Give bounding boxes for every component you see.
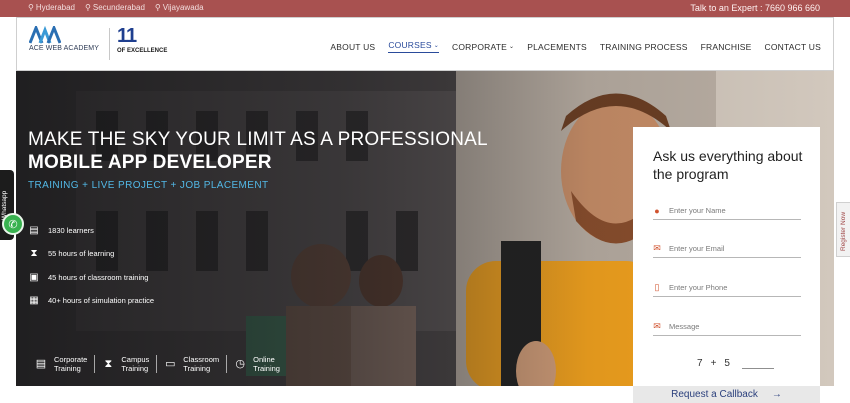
envelope-icon: ✉: [653, 243, 661, 253]
stat-item: ⧗ 55 hours of learning: [28, 242, 154, 265]
hourglass-icon: ⧗: [30, 248, 38, 260]
course-stats: ▤ 1830 learners ⧗ 55 hours of learning ▣ 45…: [28, 219, 154, 312]
top-bar: ⚲ Hyderabad ⚲ Secunderabad ⚲ Vijayawada Tal…: [0, 0, 850, 17]
excellence-badge: 11 OF EXCELLENCE: [117, 26, 177, 54]
map-pin-icon: ⚲: [85, 3, 91, 12]
captcha-b: 5: [724, 358, 730, 369]
monitor-icon: ▭: [165, 357, 176, 370]
phone-field: ▯: [653, 279, 801, 297]
main-nav: ABOUT US COURSES ⌄ CORPORATE ⌄ PLACEMENTS …: [330, 40, 821, 53]
map-pin-icon: ⚲: [154, 3, 161, 12]
hourglass-icon: ⧗: [104, 357, 113, 370]
arrow-right-icon: →: [771, 389, 782, 400]
location-list: ⚲ Hyderabad ⚲ Secunderabad ⚲ Vijayawada: [28, 3, 204, 12]
captcha-a: 7: [697, 358, 703, 369]
request-callback-button[interactable]: Request a Callback →: [633, 386, 820, 403]
hero-tagline: TRAINING + LIVE PROJECT + JOB PLACEMENT: [28, 180, 269, 191]
chevron-down-icon: ⌄: [509, 44, 515, 50]
site-header: ACE WEB ACADEMY 11 OF EXCELLENCE ABOUT U…: [16, 17, 834, 71]
clock-icon: ◷: [235, 357, 245, 370]
phone-input[interactable]: [669, 283, 789, 292]
captcha-operator: +: [710, 358, 717, 369]
classroom-icon: ▣: [29, 271, 39, 283]
captcha-answer-input[interactable]: [741, 359, 774, 369]
hero-headline: MAKE THE SKY YOUR LIMIT AS A PROFESSIONA…: [28, 129, 488, 173]
user-icon: ●: [654, 205, 660, 216]
location-item[interactable]: ⚲ Vijayawada: [155, 3, 204, 12]
message-input[interactable]: [669, 322, 789, 331]
stat-item: ▦ 40+ hours of simulation practice: [29, 295, 155, 307]
email-field: ✉: [653, 240, 801, 258]
chevron-down-icon: ⌄: [433, 42, 439, 49]
location-item[interactable]: ⚲ Secunderabad: [85, 3, 145, 12]
nav-contact-us[interactable]: CONTACT US: [765, 40, 821, 53]
nav-about-us[interactable]: ABOUT US: [330, 40, 375, 53]
nav-courses[interactable]: COURSES ⌄: [388, 40, 439, 53]
nav-training-process[interactable]: TRAINING PROCESS: [600, 40, 688, 53]
map-pin-icon: ⚲: [28, 3, 34, 12]
logo-text: ACE WEB ACADEMY: [29, 45, 99, 52]
simulation-icon: ▦: [29, 295, 39, 307]
training-modes: ▤ Corporate Training ⧗ Campus Training ▭ Clas…: [34, 355, 287, 373]
form-title: Ask us everything about the program: [653, 148, 803, 182]
stat-item: ▣ 45 hours of classroom training: [29, 271, 149, 283]
mode-classroom-training[interactable]: ▭ Classroom Training: [163, 355, 228, 373]
nav-placements[interactable]: PLACEMENTS: [527, 40, 587, 53]
logo-divider: [109, 28, 110, 60]
corporate-icon: ▤: [35, 357, 47, 370]
badge-text: OF EXCELLENCE: [117, 48, 168, 54]
stat-item: ▤ 1830 learners: [29, 225, 94, 237]
expert-phone-link[interactable]: Talk to an Expert : 7660 966 660: [690, 3, 820, 13]
name-field: ●: [653, 202, 801, 220]
mode-online-training[interactable]: ◷ Online Training: [233, 355, 287, 373]
nav-franchise[interactable]: FRANCHISE: [701, 40, 752, 53]
certificate-icon: ▤: [29, 225, 39, 237]
years-number: 11: [117, 25, 137, 47]
nav-corporate[interactable]: CORPORATE ⌄: [452, 40, 514, 53]
logo[interactable]: ACE WEB ACADEMY: [29, 26, 99, 52]
logo-mark-icon: [29, 26, 61, 44]
message-field: ✉: [653, 318, 801, 336]
register-now-label: Register Now: [840, 211, 847, 251]
mode-corporate-training[interactable]: ▤ Corporate Training: [34, 355, 96, 373]
message-icon: ✉: [653, 321, 661, 331]
register-now-tab[interactable]: Register Now: [836, 202, 850, 257]
enquiry-form: Ask us everything about the program ● ✉ …: [633, 127, 820, 403]
email-input[interactable]: [669, 244, 789, 253]
location-item[interactable]: ⚲ Hyderabad: [28, 3, 75, 12]
whatsapp-icon[interactable]: ✆: [2, 213, 24, 235]
captcha: 7 + 5: [697, 358, 774, 369]
mode-campus-training[interactable]: ⧗ Campus Training: [101, 355, 158, 373]
phone-icon: ▯: [654, 282, 660, 292]
name-input[interactable]: [669, 206, 789, 215]
